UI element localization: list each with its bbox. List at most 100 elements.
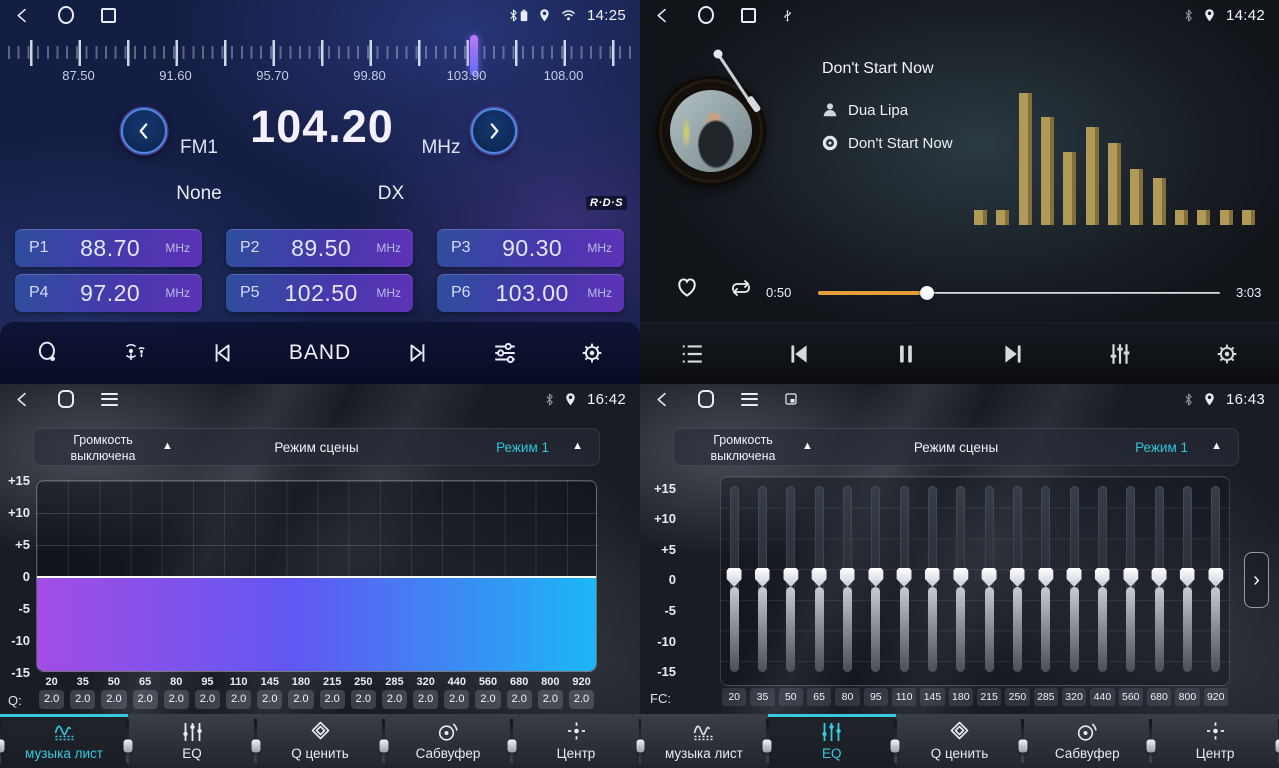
tab-subwoofer[interactable]: Сабвуфер <box>384 714 512 768</box>
slider-thumb[interactable] <box>1095 568 1110 587</box>
slider-thumb[interactable] <box>982 568 997 587</box>
nav-back-icon[interactable] <box>654 391 671 408</box>
tab-music-list[interactable]: музыка лист <box>640 714 768 768</box>
next-track-button[interactable] <box>993 332 1033 376</box>
q-value-button[interactable]: 2.0 <box>507 690 532 709</box>
slider-thumb[interactable] <box>1208 568 1223 587</box>
broadcast-button[interactable] <box>115 331 155 375</box>
q-value-button[interactable]: 2.0 <box>382 690 407 709</box>
slider-thumb[interactable] <box>755 568 770 587</box>
progress-bar[interactable] <box>818 288 1220 298</box>
nav-home-icon[interactable] <box>58 390 74 408</box>
nav-back-icon[interactable] <box>14 7 31 24</box>
q-value-button[interactable]: 2.0 <box>195 690 220 709</box>
tab-eq[interactable]: EQ <box>128 714 256 768</box>
eq-band-slider[interactable] <box>748 486 776 672</box>
eq-band-slider[interactable] <box>1088 486 1116 672</box>
q-value-button[interactable]: 2.0 <box>39 690 64 709</box>
slider-track[interactable] <box>985 486 994 672</box>
eq-band-slider[interactable] <box>1202 486 1230 672</box>
slider-track[interactable] <box>871 486 880 672</box>
slider-track[interactable] <box>928 486 937 672</box>
slider-thumb[interactable] <box>953 568 968 587</box>
preset-button[interactable]: P5 102.50 MHz <box>226 274 413 312</box>
tab-q-value[interactable]: Q ценить <box>256 714 384 768</box>
slider-track[interactable] <box>956 486 965 672</box>
preset-button[interactable]: P3 90.30 MHz <box>437 229 624 267</box>
eq-band-slider[interactable] <box>1003 486 1031 672</box>
slider-track[interactable] <box>843 486 852 672</box>
scene-mode-button[interactable]: Режим 1 ▲ <box>409 429 599 465</box>
preset-button[interactable]: P1 88.70 MHz <box>15 229 202 267</box>
nav-home-icon[interactable] <box>698 6 714 24</box>
q-value-button[interactable]: 2.0 <box>101 690 126 709</box>
q-value-button[interactable]: 2.0 <box>288 690 313 709</box>
eq-band-slider[interactable] <box>1060 486 1088 672</box>
eq-band-slider[interactable] <box>918 486 946 672</box>
slider-thumb[interactable] <box>727 568 742 587</box>
slider-track[interactable] <box>1098 486 1107 672</box>
slider-thumb[interactable] <box>897 568 912 587</box>
eq-band-slider[interactable] <box>1145 486 1173 672</box>
next-station-button[interactable] <box>398 331 438 375</box>
preset-button[interactable]: P2 89.50 MHz <box>226 229 413 267</box>
q-value-button[interactable]: 2.0 <box>70 690 95 709</box>
nav-back-icon[interactable] <box>654 7 671 24</box>
preset-button[interactable]: P6 103.00 MHz <box>437 274 624 312</box>
tab-q-value[interactable]: Q ценить <box>896 714 1024 768</box>
nav-recents-icon[interactable] <box>101 8 116 23</box>
slider-track[interactable] <box>1211 486 1220 672</box>
next-page-button[interactable]: › <box>1244 552 1269 608</box>
prev-track-button[interactable] <box>779 332 819 376</box>
q-value-button[interactable]: 2.0 <box>538 690 563 709</box>
slider-track[interactable] <box>1126 486 1135 672</box>
eq-band-slider[interactable] <box>947 486 975 672</box>
tone-button[interactable] <box>1100 332 1140 376</box>
slider-thumb[interactable] <box>925 568 940 587</box>
pause-button[interactable] <box>886 332 926 376</box>
nav-menu-icon[interactable] <box>741 393 758 406</box>
preset-button[interactable]: P4 97.20 MHz <box>15 274 202 312</box>
slider-track[interactable] <box>1155 486 1164 672</box>
slider-thumb[interactable] <box>1010 568 1025 587</box>
settings-button[interactable] <box>572 331 612 375</box>
nav-back-icon[interactable] <box>14 391 31 408</box>
settings-button[interactable] <box>1207 332 1247 376</box>
slider-track[interactable] <box>1070 486 1079 672</box>
eq-band-slider[interactable] <box>862 486 890 672</box>
nav-home-icon[interactable] <box>698 390 714 408</box>
slider-thumb[interactable] <box>868 568 883 587</box>
eq-band-slider[interactable] <box>1032 486 1060 672</box>
slider-thumb[interactable] <box>1152 568 1167 587</box>
eq-band-slider[interactable] <box>833 486 861 672</box>
q-value-button[interactable]: 2.0 <box>320 690 345 709</box>
eq-band-slider[interactable] <box>1173 486 1201 672</box>
q-value-button[interactable]: 2.0 <box>351 690 376 709</box>
favorite-button[interactable] <box>673 274 701 305</box>
playlist-button[interactable] <box>672 332 712 376</box>
repeat-button[interactable] <box>726 276 756 305</box>
equalizer-button[interactable] <box>485 331 525 375</box>
q-value-button[interactable]: 2.0 <box>257 690 282 709</box>
eq-band-slider[interactable] <box>890 486 918 672</box>
slider-track[interactable] <box>758 486 767 672</box>
tuning-scale[interactable]: 87.5091.6095.7099.80103.90108.00 <box>0 32 640 84</box>
slider-thumb[interactable] <box>1038 568 1053 587</box>
q-value-button[interactable]: 2.0 <box>226 690 251 709</box>
slider-thumb[interactable] <box>840 568 855 587</box>
q-value-button[interactable]: 2.0 <box>444 690 469 709</box>
slider-track[interactable] <box>786 486 795 672</box>
slider-track[interactable] <box>1013 486 1022 672</box>
nav-recents-icon[interactable] <box>741 8 756 23</box>
band-button[interactable]: BAND <box>289 331 351 375</box>
q-value-button[interactable]: 2.0 <box>164 690 189 709</box>
slider-thumb[interactable] <box>1123 568 1138 587</box>
slider-track[interactable] <box>1183 486 1192 672</box>
eq-band-slider[interactable] <box>720 486 748 672</box>
nav-home-icon[interactable] <box>58 6 74 24</box>
nav-menu-icon[interactable] <box>101 393 118 406</box>
prev-station-button[interactable] <box>202 331 242 375</box>
eq-band-slider[interactable] <box>805 486 833 672</box>
slider-track[interactable] <box>900 486 909 672</box>
slider-thumb[interactable] <box>1067 568 1082 587</box>
